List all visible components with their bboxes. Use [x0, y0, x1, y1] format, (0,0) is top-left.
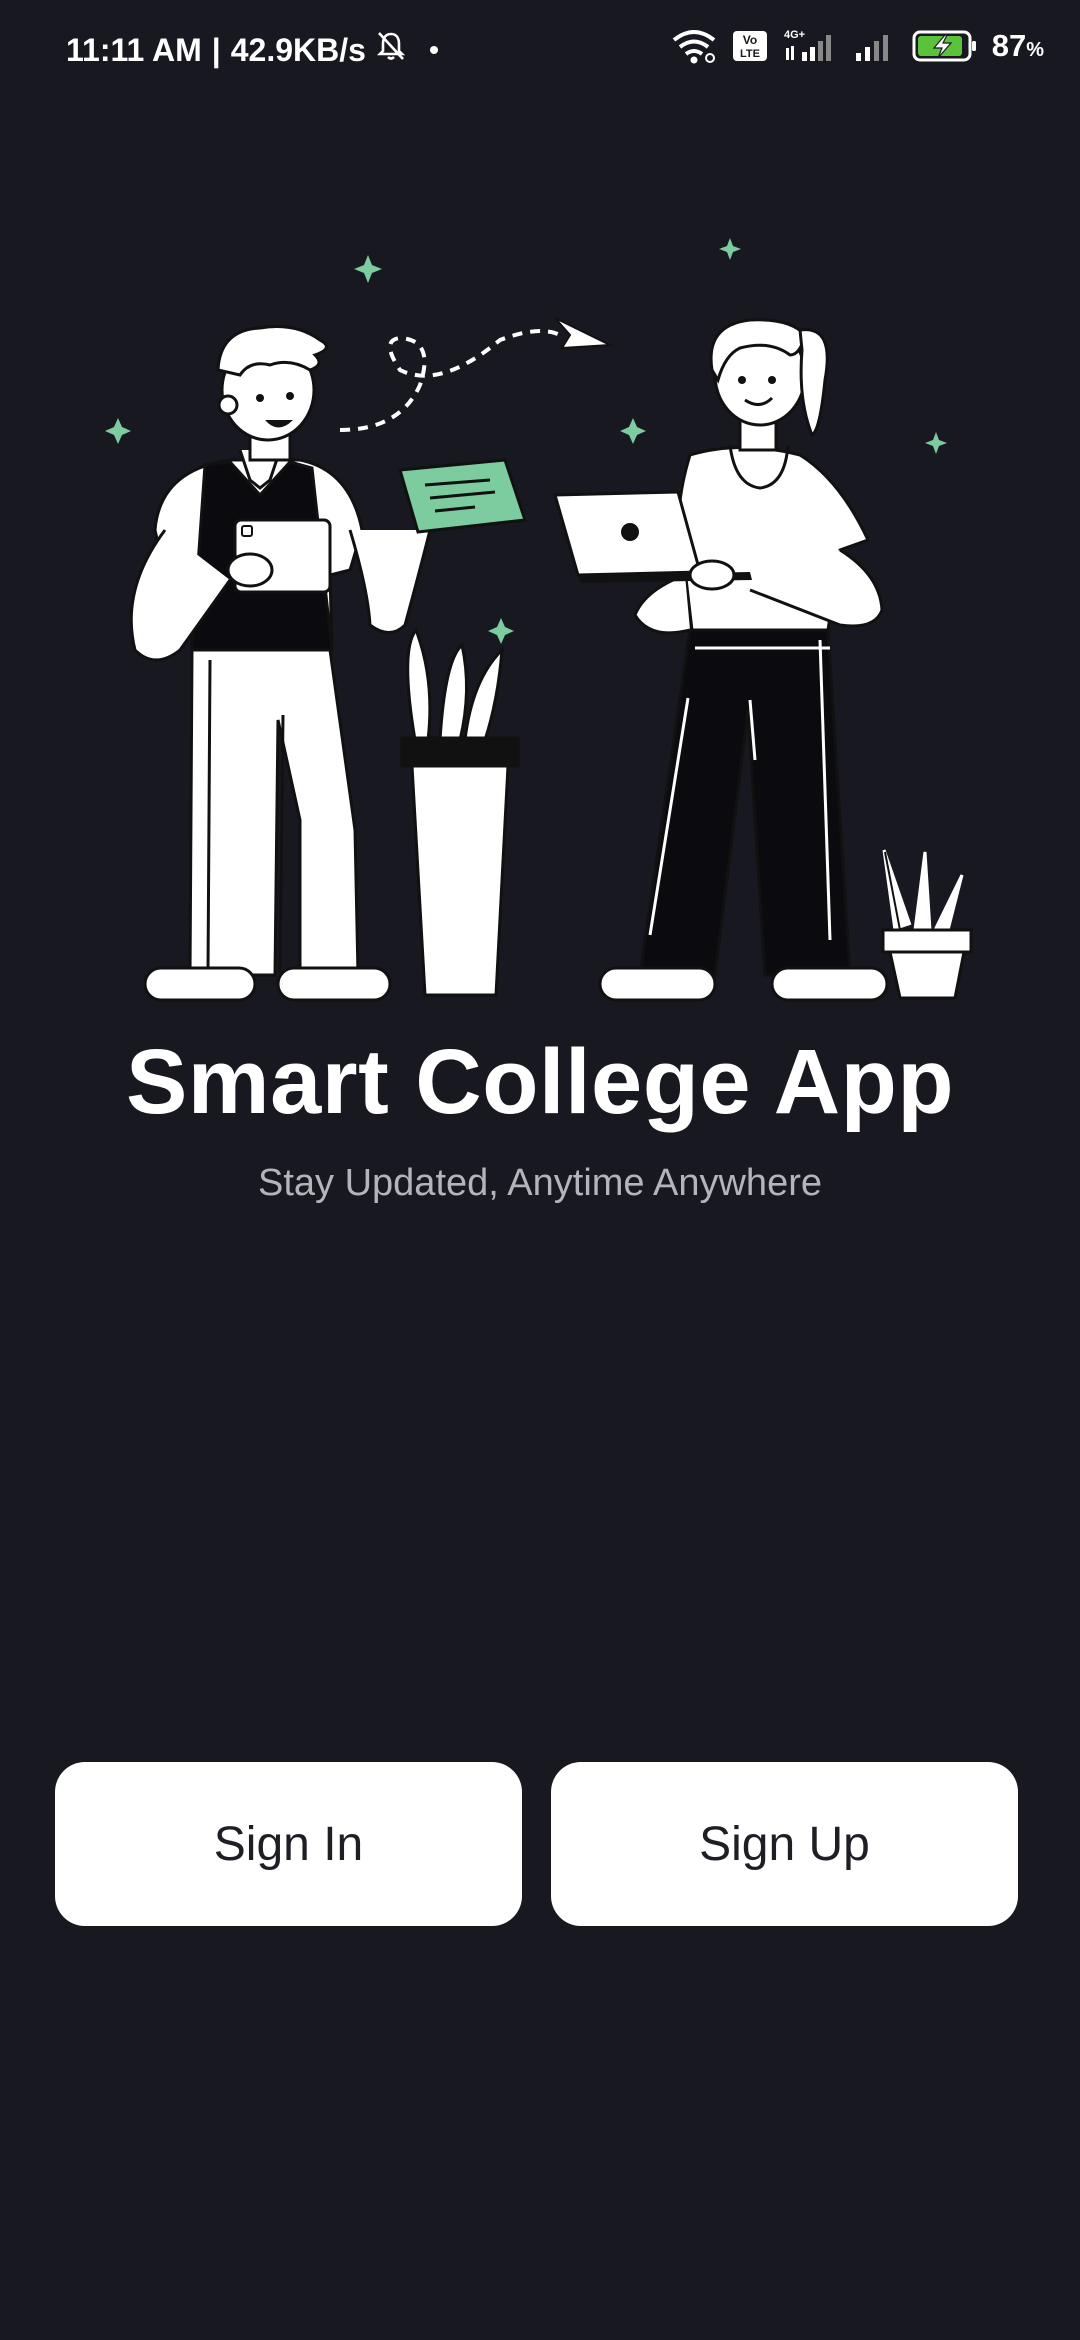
app-title: Smart College App — [125, 1031, 955, 1133]
status-left: 11:11 AM | 42.9KB/s — [66, 30, 438, 70]
status-time: 11:11 AM — [66, 31, 202, 68]
sign-in-button[interactable]: Sign In — [55, 1762, 522, 1926]
volte-icon: Vo LTE — [732, 30, 768, 62]
battery-charging-icon — [912, 29, 978, 63]
battery-percent-value: 87 — [991, 28, 1027, 63]
status-net-speed: 42.9KB/s — [230, 31, 366, 68]
svg-text:Vo: Vo — [742, 33, 756, 47]
wifi-icon — [670, 28, 718, 64]
two-people-illustration — [105, 238, 973, 1002]
battery-percent-unit: % — [1026, 39, 1044, 61]
notification-dot-icon — [429, 46, 438, 54]
battery-percent: 87% — [992, 28, 1044, 64]
svg-text:LTE: LTE — [740, 48, 760, 60]
woman-figure — [553, 318, 889, 1002]
muted-bell-icon — [376, 30, 406, 70]
dashed-flight-path — [339, 329, 561, 432]
plant-large-icon — [400, 627, 520, 997]
signal-icon — [854, 28, 898, 64]
app-subtitle: Stay Updated, Anytime Anywhere — [258, 1162, 822, 1204]
plant-small-icon — [881, 849, 973, 1000]
network-type-label: 4G+ — [784, 29, 805, 41]
status-right: Vo LTE 4G+ 87% — [670, 28, 1044, 64]
status-bar: 11:11 AM | 42.9KB/s Vo LTE 4G+ 87% — [0, 0, 1080, 100]
signal-4g-icon: 4G+ — [782, 28, 840, 64]
paper-plane-icon — [554, 317, 614, 350]
sign-up-button[interactable]: Sign Up — [551, 1762, 1018, 1926]
status-separator: | — [211, 31, 221, 68]
welcome-screen: 11:11 AM | 42.9KB/s Vo LTE 4G+ 87% Smart… — [0, 0, 1080, 2340]
